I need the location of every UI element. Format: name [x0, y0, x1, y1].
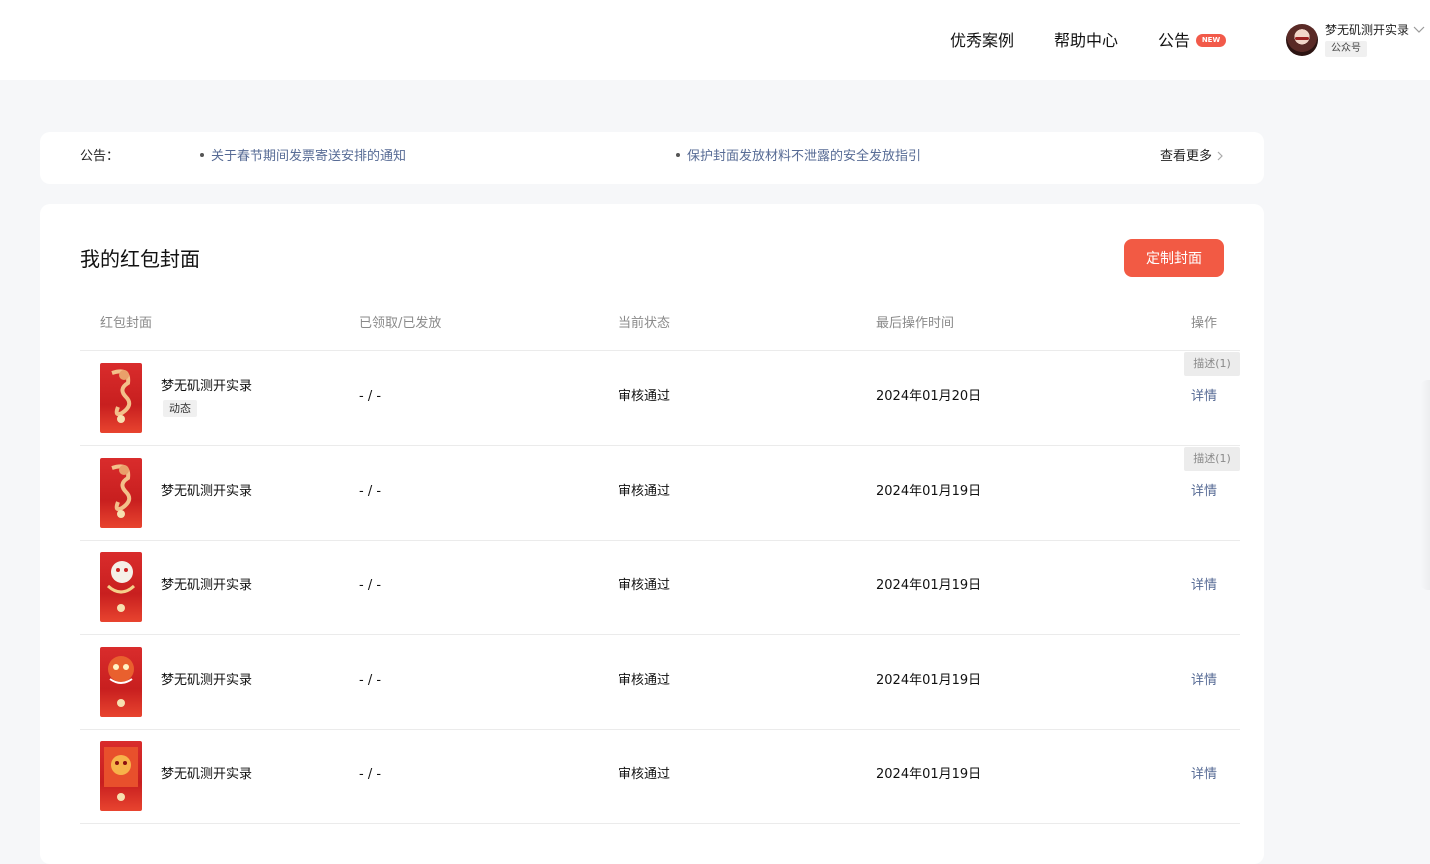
detail-link[interactable]: 详情	[1191, 483, 1217, 501]
view-more-link[interactable]: 查看更多	[1160, 148, 1224, 166]
table-row: 梦无矶测开实录 动态 - / - 审核通过 2024年01月20日 描述(1) …	[80, 351, 1240, 446]
top-navigation-bar: 优秀案例 帮助中心 公告 NEW 梦无矶测开实录 公众号	[0, 0, 1430, 80]
avatar[interactable]	[1286, 24, 1318, 56]
status-text: 审核通过	[618, 673, 671, 688]
bullet-dot	[200, 152, 204, 157]
last-modified-time: 2024年01月19日	[876, 767, 982, 782]
claimed-count: - / -	[359, 484, 382, 499]
nav-cases-link[interactable]: 优秀案例	[950, 31, 1014, 51]
nav-announcement-link[interactable]: 公告	[1158, 31, 1190, 51]
claimed-count: - / -	[359, 578, 382, 593]
status-text: 审核通过	[618, 484, 671, 499]
last-modified-time: 2024年01月19日	[876, 578, 982, 593]
column-header-last-modified: 最后操作时间	[876, 316, 955, 331]
description-badge[interactable]: 描述(1)	[1184, 447, 1240, 471]
cover-name: 梦无矶测开实录	[161, 767, 253, 782]
account-type-tag: 公众号	[1325, 41, 1367, 57]
table-row: 梦无矶测开实录 - / - 审核通过 2024年01月19日 详情	[80, 729, 1240, 824]
cover-name: 梦无矶测开实录	[161, 484, 253, 499]
red-packet-cover-panel: 我的红包封面 定制封面 红包封面 已领取/已发放 当前状态 最后操作时间 操作 …	[40, 204, 1264, 864]
cover-thumbnail[interactable]	[100, 647, 142, 717]
user-name[interactable]: 梦无矶测开实录	[1325, 22, 1409, 38]
status-text: 审核通过	[618, 389, 671, 404]
cover-name: 梦无矶测开实录	[161, 379, 253, 394]
chevron-right-icon	[1217, 151, 1223, 160]
side-panel-edge	[1420, 380, 1430, 590]
cover-thumbnail[interactable]	[100, 458, 142, 528]
create-cover-button[interactable]: 定制封面	[1124, 239, 1224, 277]
cover-thumbnail[interactable]	[100, 363, 142, 433]
cover-name: 梦无矶测开实录	[161, 578, 253, 593]
status-text: 审核通过	[618, 578, 671, 593]
last-modified-time: 2024年01月20日	[876, 389, 982, 404]
notice-bar: 公告： 关于春节期间发票寄送安排的通知 保护封面发放材料不泄露的安全发放指引 查…	[40, 132, 1264, 184]
notice-link-security-guide[interactable]: 保护封面发放材料不泄露的安全发放指引	[676, 148, 921, 166]
new-badge: NEW	[1196, 34, 1226, 47]
column-header-status: 当前状态	[618, 316, 671, 331]
last-modified-time: 2024年01月19日	[876, 673, 982, 688]
last-modified-time: 2024年01月19日	[876, 484, 982, 499]
claimed-count: - / -	[359, 767, 382, 782]
table-row: 梦无矶测开实录 - / - 审核通过 2024年01月19日 详情	[80, 635, 1240, 730]
page-title: 我的红包封面	[80, 247, 200, 271]
table-row: 梦无矶测开实录 - / - 审核通过 2024年01月19日 描述(1) 详情	[80, 446, 1240, 541]
detail-link[interactable]: 详情	[1191, 766, 1217, 784]
detail-link[interactable]: 详情	[1191, 672, 1217, 690]
notice-label: 公告：	[80, 149, 120, 164]
claimed-count: - / -	[359, 673, 382, 688]
column-header-cover: 红包封面	[100, 316, 153, 331]
nav-help-center-link[interactable]: 帮助中心	[1054, 31, 1118, 51]
detail-link[interactable]: 详情	[1191, 577, 1217, 595]
description-badge[interactable]: 描述(1)	[1184, 352, 1240, 376]
status-text: 审核通过	[618, 767, 671, 782]
detail-link[interactable]: 详情	[1191, 388, 1217, 406]
cover-name: 梦无矶测开实录	[161, 673, 253, 688]
cover-thumbnail[interactable]	[100, 741, 142, 811]
cover-thumbnail[interactable]	[100, 552, 142, 622]
claimed-count: - / -	[359, 389, 382, 404]
dynamic-tag: 动态	[163, 400, 197, 417]
bullet-dot	[676, 152, 680, 157]
chevron-down-icon[interactable]	[1412, 22, 1426, 36]
column-header-action: 操作	[1191, 316, 1218, 331]
table-row: 梦无矶测开实录 - / - 审核通过 2024年01月19日 详情	[80, 540, 1240, 635]
notice-link-invoice[interactable]: 关于春节期间发票寄送安排的通知	[200, 148, 406, 166]
column-header-claimed: 已领取/已发放	[359, 316, 442, 331]
